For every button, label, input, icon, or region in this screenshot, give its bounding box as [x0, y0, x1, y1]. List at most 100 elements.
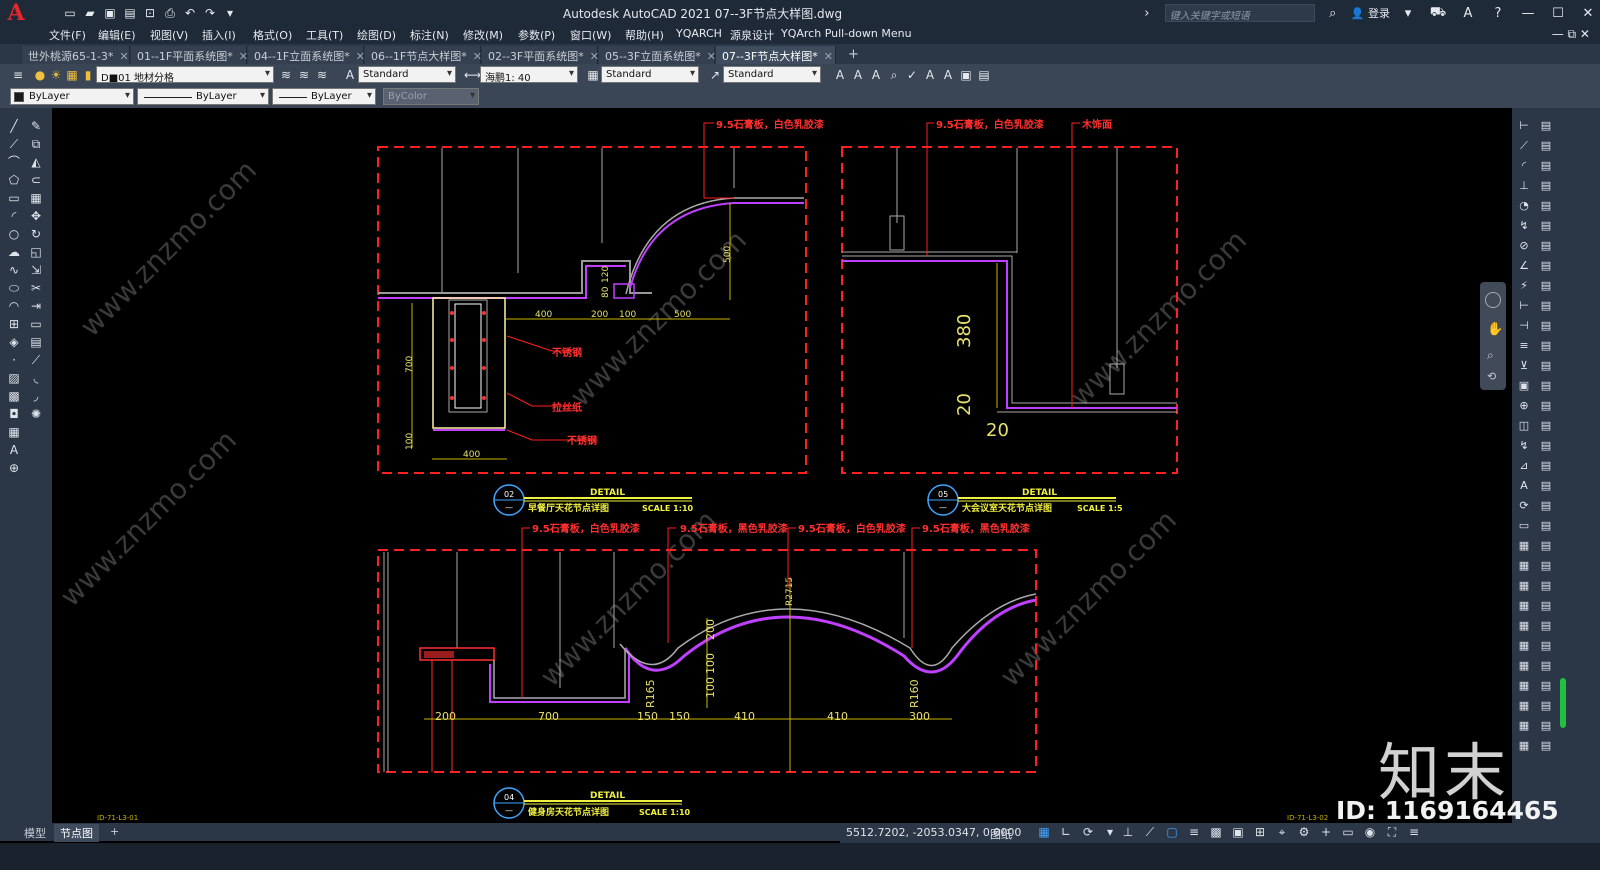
file-tab-active[interactable]: 07--3F节点大样图* ✕: [716, 46, 836, 64]
lineweight-icon[interactable]: ≡: [1186, 825, 1202, 841]
erase-icon[interactable]: ✎: [28, 118, 44, 134]
tool-p-icon[interactable]: ▤: [1538, 418, 1554, 434]
tool-ap-icon[interactable]: ▦: [1516, 738, 1532, 754]
steering-wheel-icon[interactable]: [1485, 292, 1501, 308]
tool-h-icon[interactable]: ▤: [1538, 258, 1554, 274]
dim-radius-icon[interactable]: ◔: [1516, 198, 1532, 214]
customize-qat-icon[interactable]: ▾: [222, 5, 238, 21]
polygon-icon[interactable]: ⬠: [6, 172, 22, 188]
justify-text-icon[interactable]: ▣: [958, 67, 974, 83]
undo-icon[interactable]: ↶: [182, 5, 198, 21]
save-icon[interactable]: ▣: [102, 5, 118, 21]
login-button[interactable]: 👤 登录: [1351, 5, 1390, 21]
search-icon[interactable]: ⌕: [1321, 6, 1345, 21]
cart-icon[interactable]: ⛟: [1426, 5, 1450, 22]
table-icon[interactable]: ▦: [6, 424, 22, 440]
viewport-freeze-icon[interactable]: ▦: [64, 67, 80, 83]
close-icon[interactable]: ✕: [707, 50, 716, 63]
tool-aj-icon[interactable]: ▦: [1516, 678, 1532, 694]
dim-edit-icon[interactable]: ⊿: [1516, 458, 1532, 474]
new-layout-icon[interactable]: +: [104, 824, 125, 839]
settings-icon[interactable]: ⚙: [1296, 825, 1312, 841]
tool-aq-icon[interactable]: ▤: [1538, 738, 1554, 754]
polyline-icon[interactable]: ⌒: [6, 154, 22, 170]
tool-s-icon[interactable]: ▤: [1538, 478, 1554, 494]
tool-an-icon[interactable]: ▦: [1516, 718, 1532, 734]
scale-icon[interactable]: ◱: [28, 244, 44, 260]
blend-icon[interactable]: ◞: [28, 388, 44, 404]
tool-m-icon[interactable]: ▤: [1538, 358, 1554, 374]
tool-w-icon[interactable]: ▤: [1538, 538, 1554, 554]
mirror-icon[interactable]: ◭: [28, 154, 44, 170]
dim-jogged-icon[interactable]: ↯: [1516, 218, 1532, 234]
tool-aa-icon[interactable]: ▤: [1538, 578, 1554, 594]
tool-ac-icon[interactable]: ▤: [1538, 598, 1554, 614]
quick-dim-icon[interactable]: ⚡: [1516, 278, 1532, 294]
tool-ag-icon[interactable]: ▤: [1538, 638, 1554, 654]
close-icon[interactable]: ✕: [473, 50, 482, 63]
linetype-select[interactable]: ByLayer: [137, 88, 269, 105]
region-icon[interactable]: ◘: [6, 406, 22, 422]
polar-icon[interactable]: ⟳: [1080, 825, 1096, 841]
tool-b-icon[interactable]: ▤: [1538, 138, 1554, 154]
dynamic-ucs-icon[interactable]: ⊞: [1252, 825, 1268, 841]
menu-format[interactable]: 格式(O): [253, 27, 292, 43]
plot-icon[interactable]: ⎙: [162, 5, 178, 21]
file-tab[interactable]: 06--1F节点大样图* ✕: [365, 46, 482, 64]
tool-d-icon[interactable]: ▤: [1538, 178, 1554, 194]
ortho-icon[interactable]: ∟: [1058, 825, 1074, 841]
grid-icon[interactable]: ▦: [1036, 825, 1052, 841]
tool-f-icon[interactable]: ▤: [1538, 218, 1554, 234]
text-style-icon[interactable]: A: [342, 67, 358, 83]
scale-text-icon[interactable]: A: [940, 67, 956, 83]
close-icon[interactable]: ✕: [590, 50, 599, 63]
menu-insert[interactable]: 插入(I): [202, 27, 236, 43]
drawing-canvas[interactable]: www.znzmo.com www.znzmo.com www.znzmo.co…: [52, 108, 1512, 823]
menu-file[interactable]: 文件(F): [49, 27, 86, 43]
tool-r-icon[interactable]: ▤: [1538, 458, 1554, 474]
join-icon[interactable]: ▤: [28, 334, 44, 350]
rotate-icon[interactable]: ↻: [28, 226, 44, 242]
menu-dimension[interactable]: 标注(N): [410, 27, 449, 43]
autocad-logo-icon[interactable]: A: [0, 0, 32, 26]
line-icon[interactable]: ╱: [6, 118, 22, 134]
minimize-button[interactable]: —: [1516, 6, 1540, 21]
chevron-right-icon[interactable]: ›: [1135, 6, 1159, 21]
osnap-icon[interactable]: ⊥: [1120, 825, 1136, 841]
customize-icon[interactable]: ≡: [1406, 825, 1422, 841]
close-icon[interactable]: ✕: [356, 50, 365, 63]
search-input[interactable]: 键入关键字或短语: [1164, 4, 1315, 22]
sun-icon[interactable]: ☀: [48, 67, 64, 83]
tool-y-icon[interactable]: ▤: [1538, 558, 1554, 574]
point-icon[interactable]: ·: [6, 352, 22, 368]
text-align-icon[interactable]: A: [922, 67, 938, 83]
edit-text-icon[interactable]: A: [868, 67, 884, 83]
make-current-icon[interactable]: ≋: [278, 67, 294, 83]
tool-am-icon[interactable]: ▤: [1538, 698, 1554, 714]
jogged-linear-icon[interactable]: ↯: [1516, 438, 1532, 454]
tool-ak-icon[interactable]: ▤: [1538, 678, 1554, 694]
menu-view[interactable]: 视图(V): [150, 27, 188, 43]
close-icon[interactable]: ✕: [239, 50, 248, 63]
dim-linear-icon[interactable]: ⊢: [1516, 118, 1532, 134]
selection-cycling-icon[interactable]: ▣: [1230, 825, 1246, 841]
tool-al-icon[interactable]: ▦: [1516, 698, 1532, 714]
text-icon[interactable]: A: [832, 67, 848, 83]
tool-ai-icon[interactable]: ▤: [1538, 658, 1554, 674]
navigation-bar[interactable]: ✋ ⌕ ⟲: [1480, 282, 1506, 390]
close-icon[interactable]: ✕: [119, 50, 128, 63]
file-tab[interactable]: 05--3F立面系统图* ✕: [599, 46, 716, 64]
paper-space-toggle[interactable]: 图纸: [990, 826, 1012, 842]
rectangle-icon[interactable]: ▭: [6, 190, 22, 206]
autodesk-a360-icon[interactable]: A: [1456, 6, 1480, 21]
lock-icon[interactable]: ▮: [80, 67, 96, 83]
find-text-icon[interactable]: ⌕: [886, 67, 902, 83]
menu-help[interactable]: 帮助(H): [625, 27, 664, 43]
web-mobile-icon[interactable]: ⊡: [142, 5, 158, 21]
tool-q-icon[interactable]: ▤: [1538, 438, 1554, 454]
dim-space-icon[interactable]: ≡: [1516, 338, 1532, 354]
copy-icon[interactable]: ⧉: [28, 136, 44, 152]
add-selected-icon[interactable]: ⊕: [6, 460, 22, 476]
tool-ad-icon[interactable]: ▦: [1516, 618, 1532, 634]
text-style-select[interactable]: Standard: [358, 66, 456, 83]
